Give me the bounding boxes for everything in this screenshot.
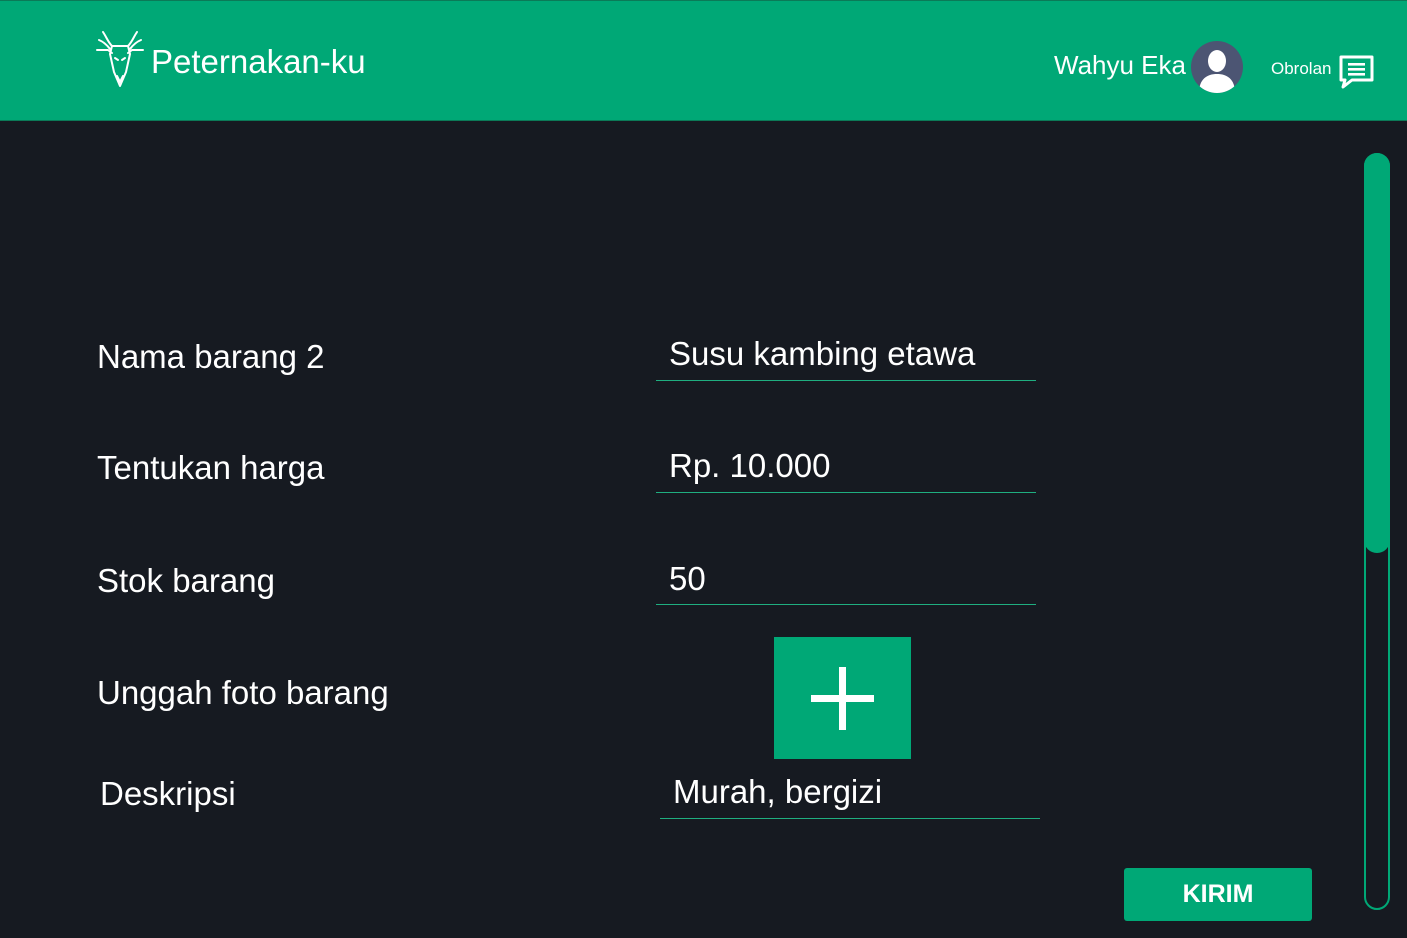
price-label: Tentukan harga — [97, 449, 325, 486]
plus-icon — [811, 667, 874, 730]
description-value: Murah, bergizi — [673, 773, 883, 810]
upload-photo-label: Unggah foto barang — [97, 674, 389, 711]
user-avatar-icon[interactable] — [1191, 41, 1243, 93]
item-name-value: Susu kambing etawa — [669, 335, 976, 372]
chat-label[interactable]: Obrolan — [1271, 59, 1331, 79]
chat-bubble-icon[interactable] — [1338, 54, 1375, 90]
top-bar: Peternakan-ku Wahyu Eka Obrolan — [0, 0, 1407, 121]
stock-label: Stok barang — [97, 562, 275, 599]
description-field[interactable]: Murah, bergizi — [660, 773, 1040, 819]
goat-head-icon — [96, 31, 144, 87]
stock-field[interactable]: 50 — [656, 560, 1036, 605]
price-field[interactable]: Rp. 10.000 — [656, 447, 1036, 493]
item-name-label: Nama barang 2 — [97, 338, 325, 375]
price-value: Rp. 10.000 — [669, 447, 831, 484]
user-name[interactable]: Wahyu Eka — [1054, 50, 1186, 81]
scrollbar-thumb[interactable] — [1364, 153, 1390, 553]
stock-value: 50 — [669, 560, 706, 597]
app-title: Peternakan-ku — [151, 43, 366, 80]
upload-photo-button[interactable] — [774, 637, 911, 759]
submit-button[interactable]: KIRIM — [1124, 868, 1312, 921]
description-label: Deskripsi — [100, 775, 236, 812]
item-name-field[interactable]: Susu kambing etawa — [656, 335, 1036, 381]
